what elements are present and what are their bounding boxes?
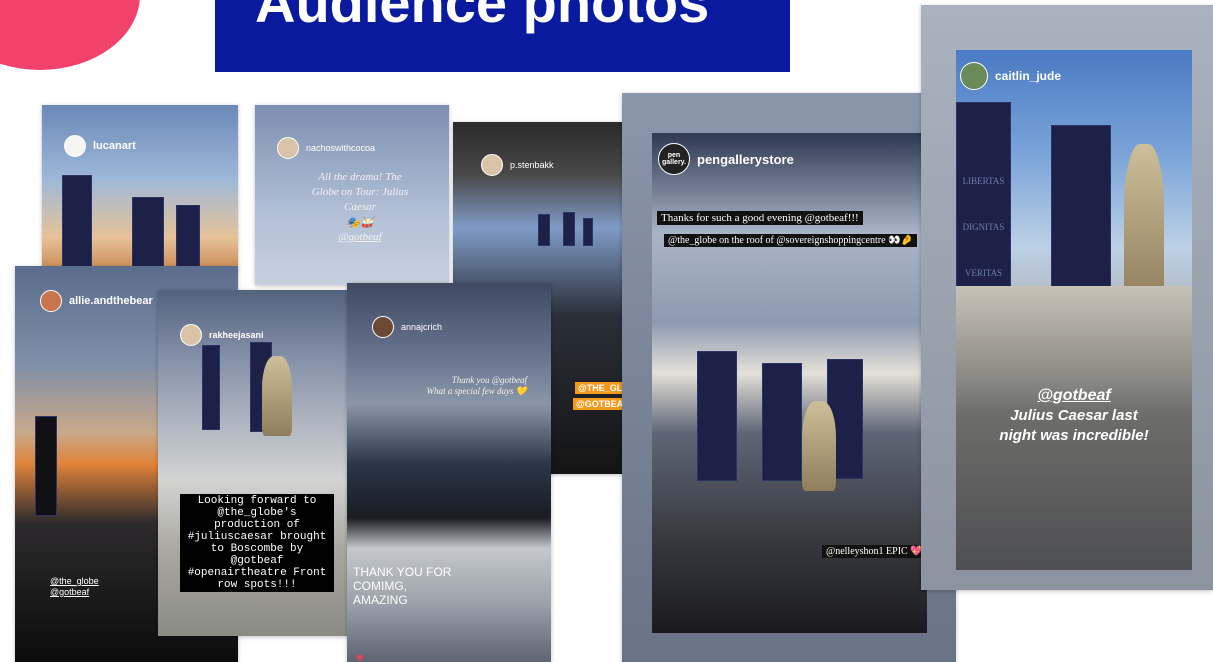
avatar xyxy=(40,290,62,312)
pillar: LIBERTAS DIGNITAS VERITAS xyxy=(956,102,1011,302)
story-card-pengallerystore[interactable]: pen gallery. pengallerystore Thanks for … xyxy=(622,93,956,662)
story-card-caitlin-jude[interactable]: LIBERTAS DIGNITAS VERITAS caitlin_jude @… xyxy=(921,5,1213,590)
story-tag: @gotbeaf xyxy=(50,587,90,597)
story-card-lucanart[interactable]: lucanart xyxy=(42,105,238,270)
pillar xyxy=(35,416,57,516)
avatar xyxy=(960,62,988,90)
story-username: nachoswithcocoa xyxy=(277,137,375,159)
story-photo: pen gallery. pengallerystore Thanks for … xyxy=(652,133,927,633)
story-caption: @nelleyshon1 EPIC 💖 xyxy=(822,545,927,558)
story-card-annajcrich[interactable]: annajcrich Thank you @gotbeaf What a spe… xyxy=(347,283,551,662)
avatar xyxy=(481,154,503,176)
pillar xyxy=(62,175,92,270)
pillar xyxy=(176,205,200,270)
story-username: annajcrich xyxy=(372,316,442,338)
story-emoji: 🎭🥁 xyxy=(346,217,374,229)
statue xyxy=(1124,144,1164,304)
story-card-nachoswithcocoa[interactable]: nachoswithcocoa All the drama! The Globe… xyxy=(255,105,449,285)
story-caption: @the_globe on the roof of @sovereignshop… xyxy=(664,234,917,247)
heart-icon: ♥ xyxy=(356,650,364,662)
avatar xyxy=(180,324,202,346)
story-caption: Thanks for such a good evening @gotbeaf!… xyxy=(657,211,863,225)
story-caption-bottom: THANK YOU FOR COMIMG, AMAZING xyxy=(353,565,452,607)
page-title: Audience photos xyxy=(255,0,710,34)
story-username: allie.andthebear xyxy=(40,290,153,312)
decorative-blob xyxy=(0,0,140,70)
avatar xyxy=(372,316,394,338)
story-photo: LIBERTAS DIGNITAS VERITAS caitlin_jude @… xyxy=(956,50,1192,570)
story-caption-tag: @gotbeaf xyxy=(1037,387,1111,404)
story-caption: What a special few days 💛 xyxy=(426,386,527,396)
story-tag: @the_globe xyxy=(50,576,99,586)
story-username: caitlin_jude xyxy=(960,62,1061,90)
story-caption: Looking forward to @the_globe's producti… xyxy=(180,494,334,592)
story-username: lucanart xyxy=(64,135,136,157)
story-caption: night was incredible! xyxy=(999,427,1149,444)
pillar xyxy=(1051,125,1111,305)
pillar xyxy=(762,363,802,481)
story-caption: Julius Caesar last xyxy=(1010,407,1138,424)
avatar: pen gallery. xyxy=(658,143,690,175)
pillar xyxy=(132,197,164,270)
story-tag-globe: @THE_GLOBE xyxy=(575,382,623,394)
story-username: pen gallery. pengallerystore xyxy=(658,143,794,175)
stage-block xyxy=(956,286,1192,376)
pillar xyxy=(563,212,575,246)
story-card-rakheejasani[interactable]: rakheejasani Looking forward to @the_glo… xyxy=(158,290,352,636)
statue xyxy=(802,401,836,491)
pillar xyxy=(583,218,593,246)
story-caption: All the drama! The Globe on Tour: Julius… xyxy=(311,171,409,213)
statue xyxy=(262,356,292,436)
story-caption: Thank you @gotbeaf xyxy=(451,375,527,385)
avatar xyxy=(277,137,299,159)
story-username: p.stenbakk xyxy=(481,154,554,176)
story-tag-gotbeaf: @GOTBEAF xyxy=(573,398,623,410)
avatar xyxy=(64,135,86,157)
pillar xyxy=(697,351,737,481)
story-tag: @gotbeaf xyxy=(338,231,382,243)
pillar xyxy=(538,214,550,246)
pillar xyxy=(202,345,220,430)
title-banner: Audience photos xyxy=(215,0,790,72)
